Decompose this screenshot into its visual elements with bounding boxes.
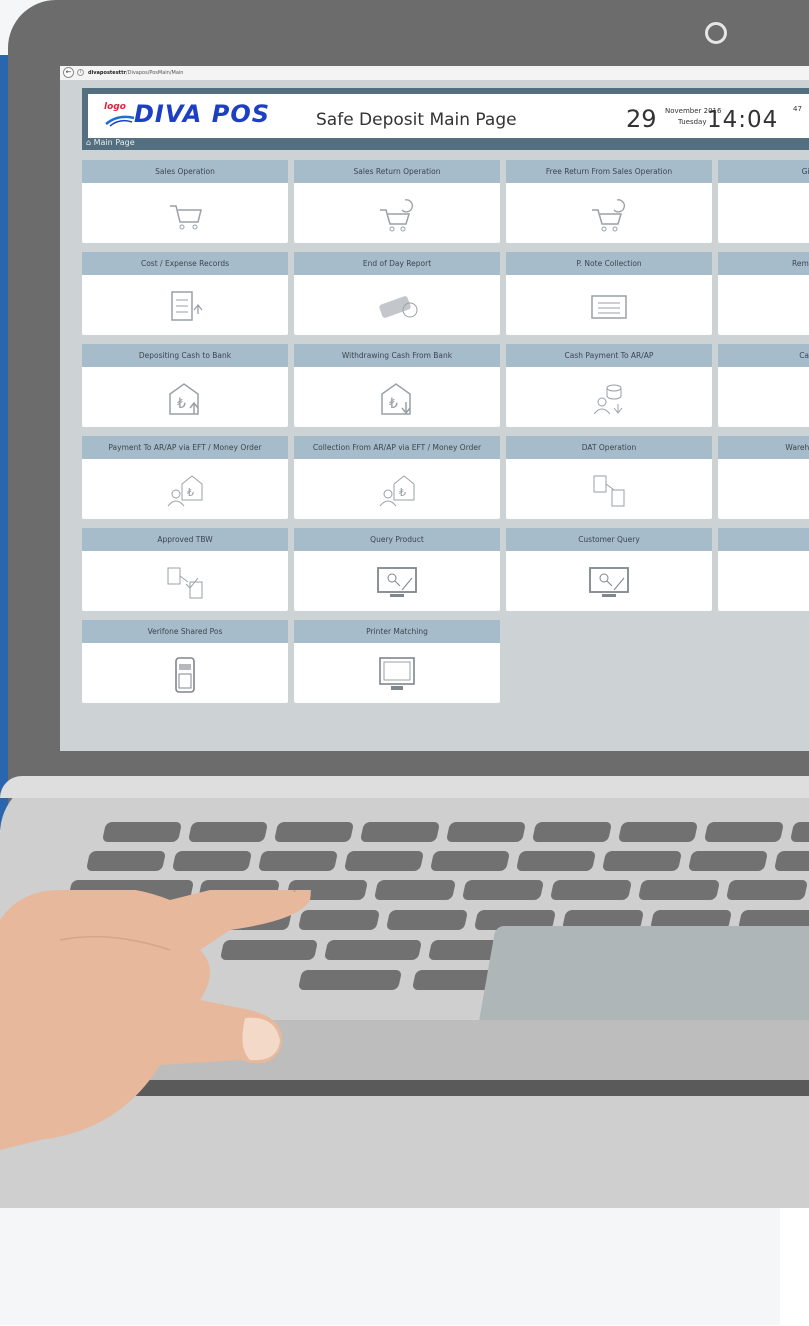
- keyboard-key[interactable]: [323, 940, 423, 960]
- keyboard-key[interactable]: [359, 822, 441, 842]
- keyboard-key[interactable]: [85, 851, 167, 871]
- keyboard-key[interactable]: [445, 822, 527, 842]
- keyboard-key[interactable]: [773, 851, 809, 871]
- keyboard-key[interactable]: [637, 880, 721, 900]
- keyboard-key[interactable]: [617, 822, 699, 842]
- keyboard-key[interactable]: [531, 822, 613, 842]
- keyboard-key[interactable]: [385, 910, 469, 930]
- keyboard-key[interactable]: [725, 880, 809, 900]
- keyboard-key[interactable]: [703, 822, 785, 842]
- pointing-hand-illustration: [0, 890, 311, 1150]
- keyboard-key[interactable]: [461, 880, 545, 900]
- keyboard-key[interactable]: [101, 822, 183, 842]
- keyboard-key[interactable]: [429, 851, 511, 871]
- keyboard-key[interactable]: [273, 822, 355, 842]
- keyboard-key[interactable]: [687, 851, 769, 871]
- keyboard-key[interactable]: [187, 822, 269, 842]
- keyboard-key[interactable]: [257, 851, 339, 871]
- keyboard-key[interactable]: [601, 851, 683, 871]
- keyboard-key[interactable]: [549, 880, 633, 900]
- keyboard-key[interactable]: [171, 851, 253, 871]
- keyboard-key[interactable]: [343, 851, 425, 871]
- keyboard-key[interactable]: [373, 880, 457, 900]
- keyboard-key[interactable]: [515, 851, 597, 871]
- scene: ← i divapostesttr/Divapos/PosMain/Main l…: [0, 0, 809, 1326]
- keyboard-key[interactable]: [789, 822, 809, 842]
- touchpad[interactable]: [478, 926, 809, 1026]
